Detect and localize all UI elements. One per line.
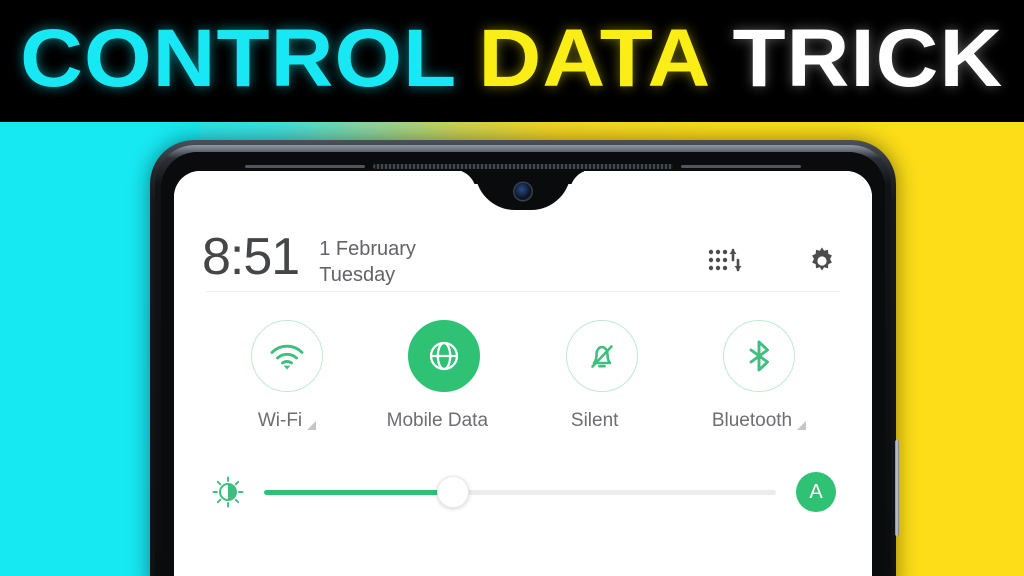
data-usage-icon[interactable]	[708, 248, 742, 274]
clock-time: 8:51	[202, 228, 300, 286]
auto-brightness-button[interactable]: A	[796, 472, 836, 512]
globe-icon	[430, 341, 459, 371]
tile-wifi[interactable]: Wi-Fi	[212, 320, 362, 432]
title-banner: CONTROL DATA TRICK	[0, 0, 1024, 122]
tile-mobile-data-circle[interactable]	[408, 320, 481, 392]
tile-mobile-data-label: Mobile Data	[386, 410, 489, 431]
weekday-text: Tuesday	[319, 263, 396, 286]
gear-icon[interactable]	[806, 245, 838, 277]
tile-bluetooth-label-row: Bluetooth	[711, 410, 807, 432]
quick-settings-panel: 8:51 1 February Tuesday Wi-Fi Mobile Dat…	[174, 171, 872, 576]
screenshot-root: CONTROL DATA TRICK 8:51 1 February Tuesd…	[0, 0, 1024, 576]
date-text: 1 February	[319, 238, 416, 260]
power-button[interactable]	[895, 440, 899, 536]
brightness-row: A	[202, 432, 844, 512]
brightness-slider-knob[interactable]	[437, 476, 470, 508]
earpiece-speaker	[245, 164, 801, 169]
phone-device: 8:51 1 February Tuesday Wi-Fi Mobile Dat…	[150, 140, 899, 576]
tile-bluetooth-label: Bluetooth	[711, 410, 793, 431]
date-block: 1 February Tuesday	[319, 233, 416, 288]
wifi-icon	[270, 344, 304, 370]
tile-silent[interactable]: Silent	[527, 320, 677, 432]
banner-word-trick: TRICK	[732, 13, 1004, 104]
tile-silent-label: Silent	[570, 410, 619, 431]
status-icons	[708, 233, 844, 277]
brightness-slider-fill	[264, 489, 454, 495]
tile-wifi-label-row: Wi-Fi	[257, 410, 317, 432]
tile-mobile-data[interactable]: Mobile Data	[369, 320, 519, 432]
banner-word-control: CONTROL	[20, 13, 458, 104]
tile-wifi-circle[interactable]	[251, 320, 323, 392]
tile-bluetooth-circle[interactable]	[722, 320, 795, 392]
chevron-expand-icon[interactable]	[307, 421, 317, 430]
banner-word-data: DATA	[478, 13, 712, 104]
front-camera-icon	[514, 183, 532, 200]
tile-silent-label-row: Silent	[571, 410, 633, 432]
tile-wifi-label: Wi-Fi	[257, 410, 303, 431]
clock-group[interactable]: 8:51 1 February Tuesday	[202, 228, 416, 288]
bluetooth-icon	[749, 340, 769, 372]
brightness-icon	[212, 476, 244, 508]
banner-title: CONTROL DATA TRICK	[20, 18, 1003, 104]
quick-tiles: Wi-Fi Mobile Data Silent Bluetooth	[202, 292, 844, 432]
phone-screen: 8:51 1 February Tuesday Wi-Fi Mobile Dat…	[174, 171, 872, 576]
tile-silent-circle[interactable]	[565, 320, 638, 392]
bell-slash-icon	[590, 345, 613, 368]
tile-bluetooth[interactable]: Bluetooth	[684, 320, 834, 432]
brightness-slider[interactable]	[264, 476, 776, 508]
tile-mobile-data-label-row: Mobile Data	[387, 410, 502, 432]
chevron-expand-icon[interactable]	[797, 421, 807, 430]
